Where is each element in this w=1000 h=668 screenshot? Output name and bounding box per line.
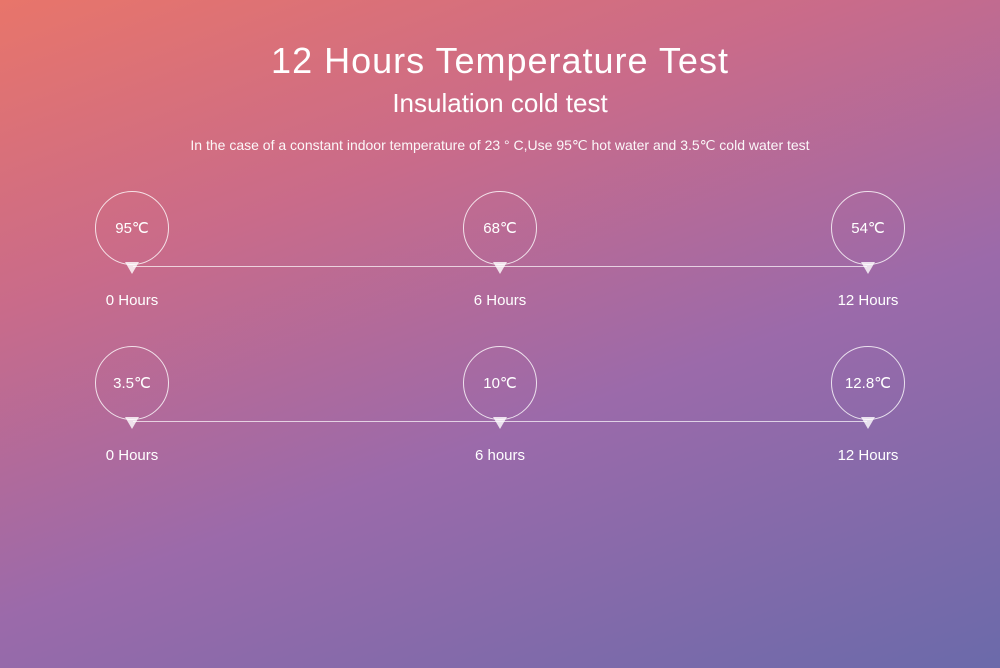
hot-timeline-row: 95℃ 0 Hours 68℃ 6 Hours 54℃ xyxy=(92,184,908,309)
cold-label-0: 0 Hours xyxy=(106,447,159,464)
cold-point-0: 3.5℃ 0 Hours xyxy=(92,339,172,464)
hot-bubble-circle-0: 95℃ xyxy=(95,191,169,265)
cold-bubble-1: 10℃ xyxy=(460,339,540,427)
cold-temp-2: 12.8℃ xyxy=(845,374,891,392)
cold-bubble-circle-2: 12.8℃ xyxy=(831,346,905,420)
hot-point-0: 95℃ 0 Hours xyxy=(92,184,172,309)
hot-point-1: 68℃ 6 Hours xyxy=(460,184,540,309)
hot-temp-0: 95℃ xyxy=(115,219,149,237)
cold-test-section: 3.5℃ 0 Hours 10℃ 6 hours 12.8℃ xyxy=(92,339,908,464)
hot-temp-2: 54℃ xyxy=(851,219,885,237)
cold-timeline-row: 3.5℃ 0 Hours 10℃ 6 hours 12.8℃ xyxy=(92,339,908,464)
description-text: In the case of a constant indoor tempera… xyxy=(190,137,809,154)
cold-point-2: 12.8℃ 12 Hours xyxy=(828,339,908,464)
hot-temp-1: 68℃ xyxy=(483,219,517,237)
cold-bubble-circle-0: 3.5℃ xyxy=(95,346,169,420)
page-title: 12 Hours Temperature Test xyxy=(271,40,729,82)
page-subtitle: Insulation cold test xyxy=(392,88,607,119)
hot-point-2: 54℃ 12 Hours xyxy=(828,184,908,309)
hot-label-1: 6 Hours xyxy=(474,292,527,309)
cold-point-1: 10℃ 6 hours xyxy=(460,339,540,464)
cold-label-2: 12 Hours xyxy=(838,447,899,464)
hot-bubble-2: 54℃ xyxy=(828,184,908,272)
hot-label-0: 0 Hours xyxy=(106,292,159,309)
cold-temp-0: 3.5℃ xyxy=(113,374,151,392)
cold-bubble-0: 3.5℃ xyxy=(92,339,172,427)
hot-bubble-circle-2: 54℃ xyxy=(831,191,905,265)
cold-temp-1: 10℃ xyxy=(483,374,517,392)
cold-label-1: 6 hours xyxy=(475,447,525,464)
hot-test-section: 95℃ 0 Hours 68℃ 6 Hours 54℃ xyxy=(92,184,908,309)
page-background: 12 Hours Temperature Test Insulation col… xyxy=(0,0,1000,668)
cold-bubble-2: 12.8℃ xyxy=(828,339,908,427)
hot-bubble-circle-1: 68℃ xyxy=(463,191,537,265)
hot-bubble-1: 68℃ xyxy=(460,184,540,272)
hot-label-2: 12 Hours xyxy=(838,292,899,309)
hot-bubble-0: 95℃ xyxy=(92,184,172,272)
cold-bubble-circle-1: 10℃ xyxy=(463,346,537,420)
